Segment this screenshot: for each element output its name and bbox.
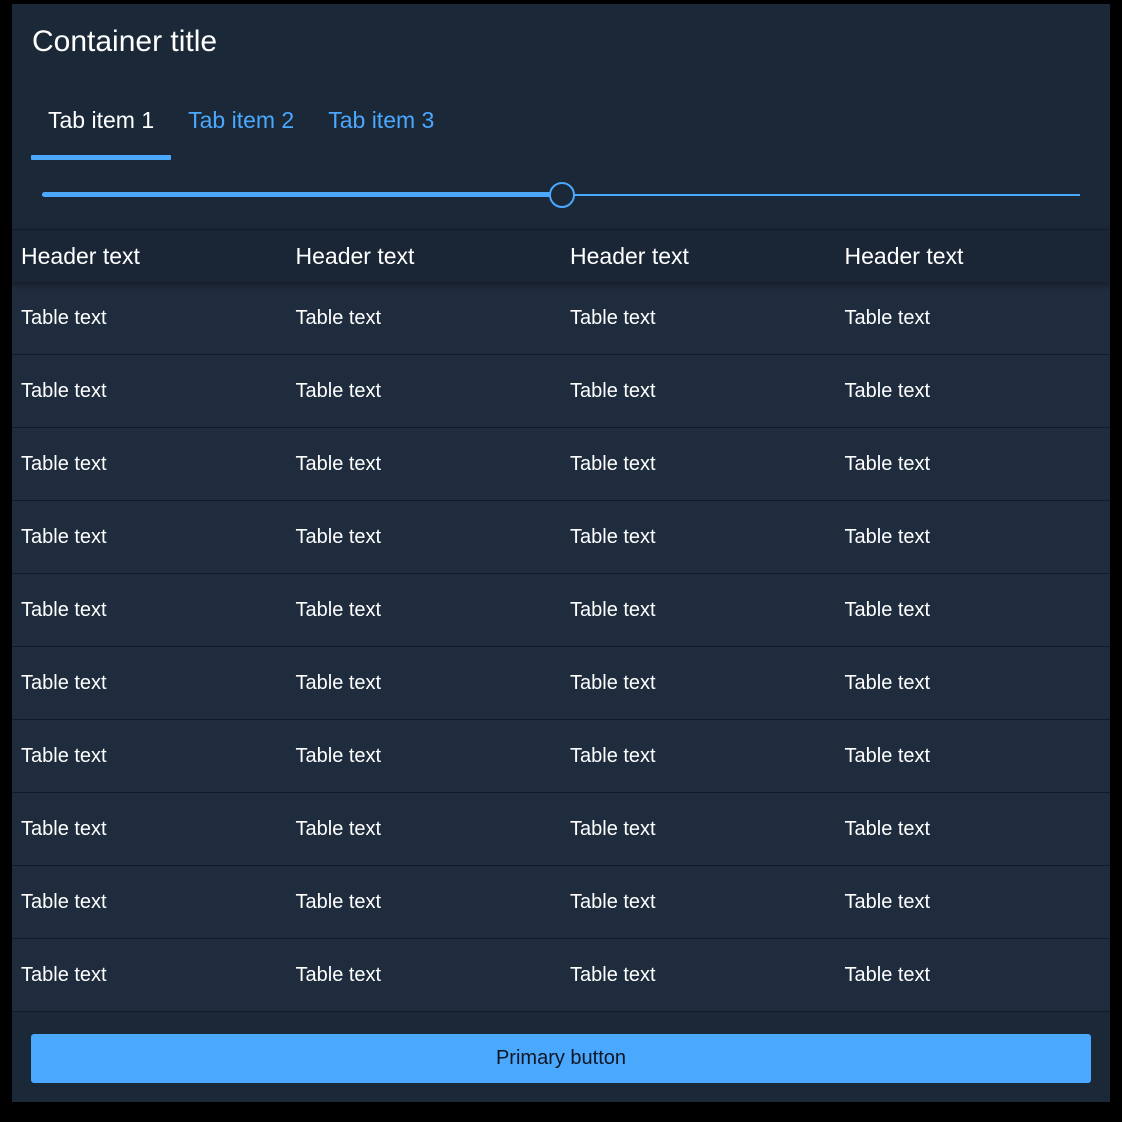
table-cell: Table text: [21, 891, 107, 913]
tab-label: Tab item 2: [188, 107, 295, 133]
table-cell: Table text: [295, 818, 382, 840]
table-cell: Table text: [21, 599, 107, 621]
column-header[interactable]: Header text: [836, 230, 1111, 282]
table-cell: Table text: [295, 599, 382, 621]
tab-label: Tab item 1: [48, 107, 155, 133]
primary-button[interactable]: Primary button: [31, 1034, 1091, 1083]
table-cell: Table text: [844, 307, 931, 329]
container-card: Container title Tab item 1 Tab item 2 Ta…: [12, 4, 1110, 1102]
slider-fill: [42, 192, 561, 197]
table-cell: Table text: [844, 526, 931, 548]
table-cell: Table text: [21, 964, 107, 986]
table-cell: Table text: [570, 964, 656, 986]
table-cell: Table text: [295, 891, 382, 913]
table-cell: Table text: [21, 818, 107, 840]
table-cell: Table text: [844, 818, 931, 840]
table-cell: Table text: [844, 380, 931, 402]
table-cell: Table text: [844, 599, 931, 621]
table-row: Table text Table text Table text Table text: [12, 647, 1110, 720]
table-cell: Table text: [570, 672, 656, 694]
table-body: Table text Table text Table text Table text…: [12, 282, 1110, 1012]
table-row: Table text Table text Table text Table text: [12, 720, 1110, 793]
tab-item-2[interactable]: Tab item 2: [171, 92, 311, 158]
table-cell: Table text: [570, 526, 656, 548]
tab-item-3[interactable]: Tab item 3: [311, 92, 451, 158]
container-title: Container title: [32, 25, 218, 58]
table-cell: Table text: [844, 672, 931, 694]
table-cell: Table text: [844, 745, 931, 767]
table-cell: Table text: [570, 599, 656, 621]
table-cell: Table text: [570, 818, 656, 840]
table-cell: Table text: [295, 526, 382, 548]
table-cell: Table text: [570, 380, 656, 402]
table-cell: Table text: [295, 672, 382, 694]
data-table: Header text Header text Header text Header …: [12, 229, 1110, 1012]
table-row: Table text Table text Table text Table text: [12, 574, 1110, 647]
table-cell: Table text: [21, 526, 107, 548]
table-cell: Table text: [21, 745, 107, 767]
table-cell: Table text: [844, 891, 931, 913]
table-cell: Table text: [570, 307, 656, 329]
range-slider[interactable]: [42, 180, 1080, 210]
table-row: Table text Table text Table text Table text: [12, 501, 1110, 574]
table-cell: Table text: [295, 380, 382, 402]
slider-thumb[interactable]: [549, 182, 575, 208]
column-header[interactable]: Header text: [12, 230, 287, 282]
table-cell: Table text: [844, 453, 931, 475]
column-header[interactable]: Header text: [561, 230, 836, 282]
table-cell: Table text: [21, 380, 107, 402]
table-cell: Table text: [295, 745, 382, 767]
table-cell: Table text: [21, 672, 107, 694]
active-tab-indicator: [31, 155, 172, 160]
table-row: Table text Table text Table text Table text: [12, 428, 1110, 501]
table-cell: Table text: [844, 964, 931, 986]
table-cell: Table text: [21, 307, 107, 329]
table-row: Table text Table text Table text Table text: [12, 793, 1110, 866]
table-cell: Table text: [295, 453, 382, 475]
column-header[interactable]: Header text: [287, 230, 562, 282]
table-cell: Table text: [295, 307, 382, 329]
table-cell: Table text: [570, 891, 656, 913]
table-cell: Table text: [570, 453, 656, 475]
table-cell: Table text: [21, 453, 107, 475]
table-header-row: Header text Header text Header text Header …: [12, 229, 1110, 282]
tab-label: Tab item 3: [328, 107, 435, 133]
table-row: Table text Table text Table text Table text: [12, 282, 1110, 355]
tab-bar: Tab item 1 Tab item 2 Tab item 3: [31, 92, 451, 162]
table-row: Table text Table text Table text Table text: [12, 866, 1110, 939]
tab-item-1[interactable]: Tab item 1: [31, 92, 172, 160]
table-row: Table text Table text Table text Table text: [12, 355, 1110, 428]
table-cell: Table text: [295, 964, 382, 986]
table-row: Table text Table text Table text Table text: [12, 939, 1110, 1012]
table-cell: Table text: [570, 745, 656, 767]
